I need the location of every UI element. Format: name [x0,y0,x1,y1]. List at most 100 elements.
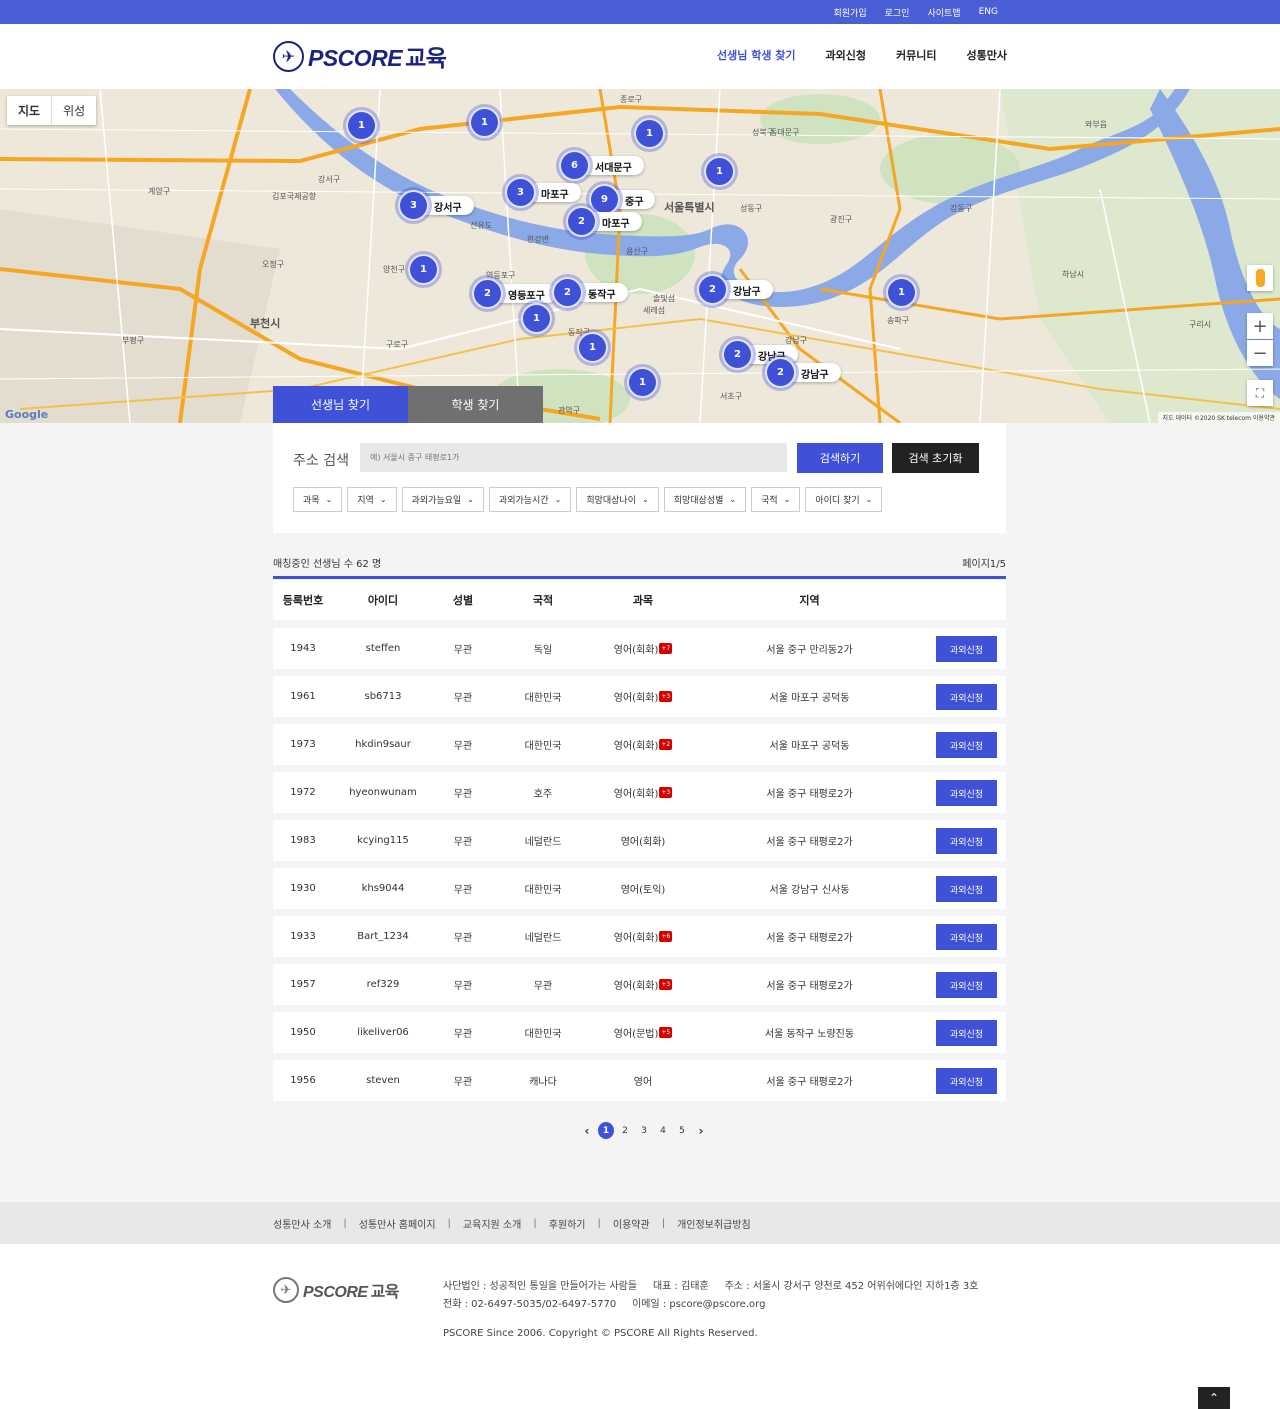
nav-item-pscore[interactable]: 성통만사 [967,47,1007,63]
fullscreen-button[interactable]: ⛶ [1247,380,1273,406]
cell-user-id: hyeonwunam [349,787,417,798]
filter-find-id[interactable]: 아이디 찾기 ⌄ [805,487,883,512]
pagination: ‹ 1 2 3 4 5 › [579,1122,709,1139]
map-place-label: 와부읍 [1085,120,1108,129]
login-link[interactable]: 로그인 [885,6,910,19]
nav-item-tutoring-apply[interactable]: 과외신청 [826,47,866,63]
page-1-button[interactable]: 1 [598,1122,614,1139]
nav-item-community[interactable]: 커뮤니티 [896,47,936,63]
chevron-down-icon: ⌄ [379,495,387,504]
filter-available-time[interactable]: 과외가능시간 ⌄ [488,487,572,512]
page-4-button[interactable]: 4 [655,1122,671,1139]
map-cluster-marker[interactable]: 1 [408,254,439,285]
pegman-icon[interactable] [1247,265,1273,291]
map-cluster-marker[interactable]: 2 [472,278,503,309]
map-type-satellite-button[interactable]: 위성 [52,96,96,125]
footer-link-homepage[interactable]: 성통만사 홈페이지 [359,1216,436,1231]
tab-find-teacher[interactable]: 선생님 찾기 [273,386,408,423]
map-cluster-marker[interactable]: 9 [589,184,620,215]
map-cluster-marker[interactable]: 2 [552,277,583,308]
filter-subject[interactable]: 과목 ⌄ [293,487,343,512]
cell-region: 서울 마포구 공덕동 [769,741,850,752]
map-attribution[interactable]: 지도 데이터 ©2020 SK telecom 이용약관 [1157,412,1280,423]
scroll-to-top-button[interactable]: ⌃ [1198,1387,1230,1409]
cell-region: 서울 중구 태평로2가 [766,933,853,944]
map-cluster-marker[interactable]: 3 [505,177,536,208]
page-2-button[interactable]: 2 [617,1122,633,1139]
map-cluster-marker[interactable]: 2 [722,339,753,370]
header-region: 지역 [799,594,820,607]
map-place-label: 강동구 [950,204,973,213]
plus-icon: + [1252,315,1268,337]
page-3-button[interactable]: 3 [636,1122,652,1139]
apply-tutoring-button[interactable]: 과외신청 [936,1068,997,1094]
map-view[interactable]: 강서구 김포국제공항 계양구 오정구 부천시 부평구 양천구 구로구 영등포구 동작구 관악구 서초구… [0,89,1280,423]
extra-subjects-badge: +7 [659,643,673,654]
footer-link-terms[interactable]: 이용약관 [613,1216,650,1231]
logo-emblem-icon: ✈ [273,40,304,72]
footer-link-education[interactable]: 교육지원 소개 [463,1216,521,1231]
cell-region: 서울 동작구 노량진동 [764,1029,855,1040]
map-place-label: 계양구 [148,187,171,196]
apply-tutoring-button[interactable]: 과외신청 [936,732,997,758]
cell-user-id: hkdin9saur [355,739,411,750]
cell-subject: 영어(회화) +3 [613,787,673,800]
search-button[interactable]: 검색하기 [797,443,883,473]
prev-page-button[interactable]: ‹ [579,1122,595,1139]
apply-tutoring-button[interactable]: 과외신청 [936,828,997,854]
map-cluster-marker[interactable]: 6 [559,150,590,181]
filter-target-gender[interactable]: 희망대상성별 ⌄ [663,487,747,512]
map-cluster-marker[interactable]: 1 [521,303,552,334]
map-cluster-marker[interactable]: 2 [566,206,597,237]
address-search-input[interactable] [360,443,787,472]
reset-search-button[interactable]: 검색 초기화 [892,443,979,473]
apply-tutoring-button[interactable]: 과외신청 [936,1020,997,1046]
map-cluster-marker[interactable]: 1 [886,277,917,308]
nav-item-find-teacher-student[interactable]: 선생님 학생 찾기 [717,47,796,63]
cell-region: 서울 중구 태평로2가 [766,981,853,992]
site-header: ✈ PSCORE 교육 선생님 학생 찾기 과외신청 커뮤니티 성통만사 [0,24,1280,89]
signup-link[interactable]: 회원가입 [834,6,867,19]
map-cluster-marker[interactable]: 2 [765,357,796,388]
chevron-down-icon: ⌄ [642,495,649,504]
map-cluster-marker[interactable]: 1 [469,107,500,138]
extra-subjects-badge: +5 [659,1027,673,1038]
map-place-label: 구로구 [386,340,409,349]
next-page-button[interactable]: › [693,1122,709,1139]
footer-info: 사단법인 : 성공적인 통일을 만들어가는 사람들 대표 : 김태훈 주소 : … [443,1278,978,1343]
zoom-in-button[interactable]: + [1247,313,1273,339]
cell-user-id: kcying115 [357,835,409,846]
cell-nationality: 캐나다 [529,1077,557,1088]
page-5-button[interactable]: 5 [674,1122,690,1139]
footer-link-about[interactable]: 성통만사 소개 [273,1216,331,1231]
apply-tutoring-button[interactable]: 과외신청 [936,876,997,902]
apply-tutoring-button[interactable]: 과외신청 [936,924,997,950]
map-cluster-marker[interactable]: 1 [704,156,735,187]
map-cluster-marker[interactable]: 1 [627,367,658,398]
map-type-map-button[interactable]: 지도 [7,96,53,125]
apply-tutoring-button[interactable]: 과외신청 [936,684,997,710]
site-logo[interactable]: ✈ PSCORE 교육 [273,39,447,73]
footer-link-privacy[interactable]: 개인정보취급방침 [677,1216,751,1231]
map-cluster-marker[interactable]: 3 [398,190,429,221]
apply-tutoring-button[interactable]: 과외신청 [936,636,997,662]
map-cluster-marker[interactable]: 1 [634,118,665,149]
tab-find-student[interactable]: 학생 찾기 [408,386,543,423]
map-cluster-marker[interactable]: 2 [697,274,728,305]
apply-tutoring-button[interactable]: 과외신청 [936,780,997,806]
footer-link-donate[interactable]: 후원하기 [549,1216,586,1231]
header-user-id: 아이디 [367,594,399,607]
sitemap-link[interactable]: 사이트맵 [927,6,960,19]
filter-target-age[interactable]: 희망대상나이 ⌄ [576,487,659,512]
map-cluster-marker[interactable]: 1 [346,110,377,141]
apply-tutoring-button[interactable]: 과외신청 [936,972,997,998]
zoom-out-button[interactable]: − [1247,340,1273,366]
table-row: 1957 ref329 무관 무관 영어(회화) +3 서울 중구 태평로2가 과외신청 [273,964,1006,1005]
english-link[interactable]: ENG [979,7,998,17]
cell-subject: 영어 [633,1077,653,1088]
filter-nationality[interactable]: 국적 ⌄ [751,487,801,512]
filter-region[interactable]: 지역 ⌄ [347,487,397,512]
map-cluster-marker[interactable]: 1 [577,332,608,363]
map-place-label: 김포국제공항 [272,192,317,201]
filter-available-days[interactable]: 과외가능요일 ⌄ [401,487,484,512]
